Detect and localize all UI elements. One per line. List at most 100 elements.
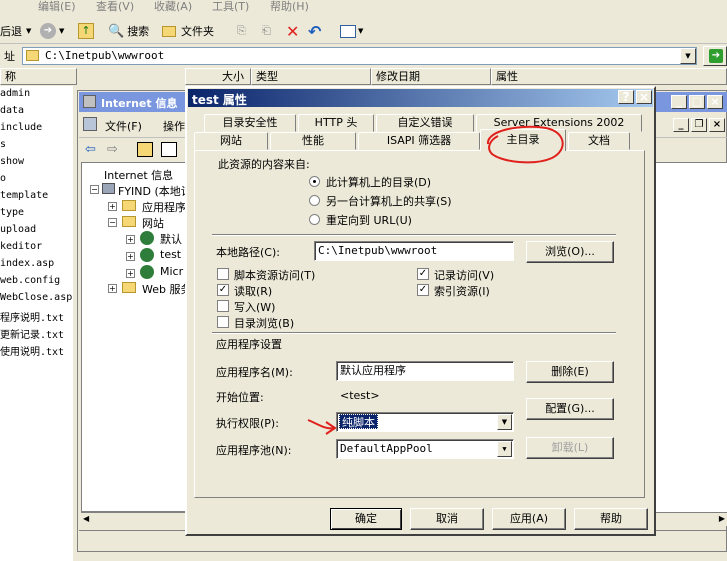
iis-menu-action[interactable]: 操作 [163,118,185,134]
column-header-type[interactable]: 类型 [251,68,371,85]
checkbox-index-resource[interactable]: ✓ [417,284,429,296]
tab-website[interactable]: 网站 [194,132,268,150]
radio-network-share[interactable] [309,195,320,206]
minimize-button[interactable]: _ [671,95,687,109]
app-pool-select[interactable]: DefaultAppPool ▼ [336,439,514,459]
tree-server[interactable]: FYIND (本地计 [118,183,192,199]
list-item[interactable]: 更新记录.txt [0,326,64,341]
log-visits-label[interactable]: 记录访问(V) [434,267,494,283]
list-item[interactable]: include [0,122,42,133]
list-item[interactable]: admin [0,88,30,99]
column-header-size[interactable]: 大小 [185,68,251,85]
expand-icon[interactable]: + [126,235,135,244]
scroll-right-icon[interactable]: ▶ [719,514,725,523]
radio-local-directory-label[interactable]: 此计算机上的目录(D) [326,174,431,190]
maximize-button[interactable]: □ [689,95,705,109]
collapse-icon[interactable]: − [108,218,117,227]
apply-button[interactable]: 应用(A) [492,508,566,530]
address-input[interactable]: C:\Inetpub\wwwroot ▼ [22,47,697,65]
remove-button[interactable]: 删除(E) [526,361,614,383]
folders-button[interactable]: 文件夹 [162,20,214,42]
tree-test-site[interactable]: test [160,248,181,261]
expand-icon[interactable]: + [126,269,135,278]
radio-network-share-label[interactable]: 另一台计算机上的共享(S) [326,193,452,209]
dialog-close-button[interactable]: × [636,90,652,104]
tree-websites[interactable]: 网站 [142,215,164,231]
copy-to-button[interactable]: ⎗ [262,20,271,42]
list-item[interactable]: 程序说明.txt [0,309,64,324]
show-tree-icon[interactable] [161,142,177,157]
list-item[interactable]: upload [0,224,36,235]
chevron-down-icon[interactable]: ▼ [497,441,512,457]
forward-button[interactable]: ➔ ▼ [40,20,64,42]
address-dropdown-button[interactable]: ▼ [680,48,696,64]
read-label[interactable]: 读取(R) [234,283,272,299]
radio-local-directory[interactable] [309,176,320,187]
tab-isapi-filters[interactable]: ISAPI 筛选器 [358,132,480,150]
chevron-down-icon[interactable]: ▼ [497,414,512,430]
ok-button[interactable]: 确定 [330,508,402,530]
tab-directory-security[interactable]: 目录安全性 [204,114,296,132]
script-source-access-label[interactable]: 脚本资源访问(T) [234,267,315,283]
tab-documents[interactable]: 文档 [568,132,630,150]
inner-restore-button[interactable]: ❐ [691,118,707,132]
back-arrow-icon[interactable]: ⇦ [85,142,96,157]
menu-edit[interactable]: 编辑(E) [38,0,76,13]
checkbox-directory-browsing[interactable] [217,316,229,328]
up-level-icon[interactable] [137,142,153,157]
expand-icon[interactable]: + [108,284,117,293]
checkbox-script-source-access[interactable] [217,268,229,280]
expand-icon[interactable]: + [126,252,135,261]
unload-button[interactable]: 卸载(L) [526,437,614,459]
inner-minimize-button[interactable]: _ [673,118,689,132]
move-to-button[interactable]: ⎘ [237,20,246,42]
list-item[interactable]: keditor [0,241,42,252]
column-header-modified[interactable]: 修改日期 [371,68,491,85]
directory-browsing-label[interactable]: 目录浏览(B) [234,315,294,331]
checkbox-read[interactable]: ✓ [217,284,229,296]
forward-arrow-icon[interactable]: ⇨ [107,142,118,157]
write-label[interactable]: 写入(W) [234,299,275,315]
radio-redirect-url[interactable] [309,214,320,225]
list-item[interactable]: type [0,207,24,218]
scroll-left-icon[interactable]: ◀ [83,514,89,523]
list-item[interactable]: WebClose.asp [0,292,72,303]
list-item[interactable]: show [0,156,24,167]
tab-custom-errors[interactable]: 自定义错误 [376,114,474,132]
cancel-button[interactable]: 取消 [410,508,484,530]
checkbox-write[interactable] [217,300,229,312]
list-item[interactable]: o [0,173,6,184]
radio-redirect-url-label[interactable]: 重定向到 URL(U) [326,212,412,228]
delete-button[interactable]: ✕ [286,20,299,42]
tab-performance[interactable]: 性能 [270,132,356,150]
undo-button[interactable]: ↶ [308,20,321,42]
tree-app-pools[interactable]: 应用程序 [142,199,186,215]
list-item[interactable]: template [0,190,48,201]
search-button[interactable]: 🔍 搜索 [108,20,149,42]
views-button[interactable]: ▼ [340,20,363,42]
checkbox-log-visits[interactable]: ✓ [417,268,429,280]
tree-root-iis[interactable]: Internet 信息 [104,167,173,183]
menu-favorites[interactable]: 收藏(A) [154,0,192,13]
app-name-input[interactable]: 默认应用程序 [336,361,514,381]
menu-view[interactable]: 查看(V) [96,0,134,13]
configure-button[interactable]: 配置(G)... [526,398,614,420]
tree-micro-site[interactable]: Micr [160,265,183,278]
index-resource-label[interactable]: 索引资源(I) [434,283,490,299]
inner-close-button[interactable]: × [709,118,725,132]
local-path-input[interactable]: C:\Inetpub\wwwroot [314,241,514,261]
back-button[interactable]: 后退 ▼ [0,20,31,42]
list-item[interactable]: index.asp [0,258,54,269]
help-button[interactable]: ? [618,90,634,104]
expand-icon[interactable]: + [108,202,117,211]
list-item[interactable]: data [0,105,24,116]
iis-menu-file[interactable]: 文件(F) [105,118,142,134]
list-item[interactable]: web.config [0,275,60,286]
go-button[interactable]: ➔ [703,46,727,66]
menu-tools[interactable]: 工具(T) [212,0,249,13]
menu-help[interactable]: 帮助(H) [270,0,309,13]
collapse-icon[interactable]: − [90,185,99,194]
tab-http-headers[interactable]: HTTP 头 [298,114,374,132]
up-folder-button[interactable]: ↑ [78,20,94,42]
list-item[interactable]: s [0,139,6,150]
